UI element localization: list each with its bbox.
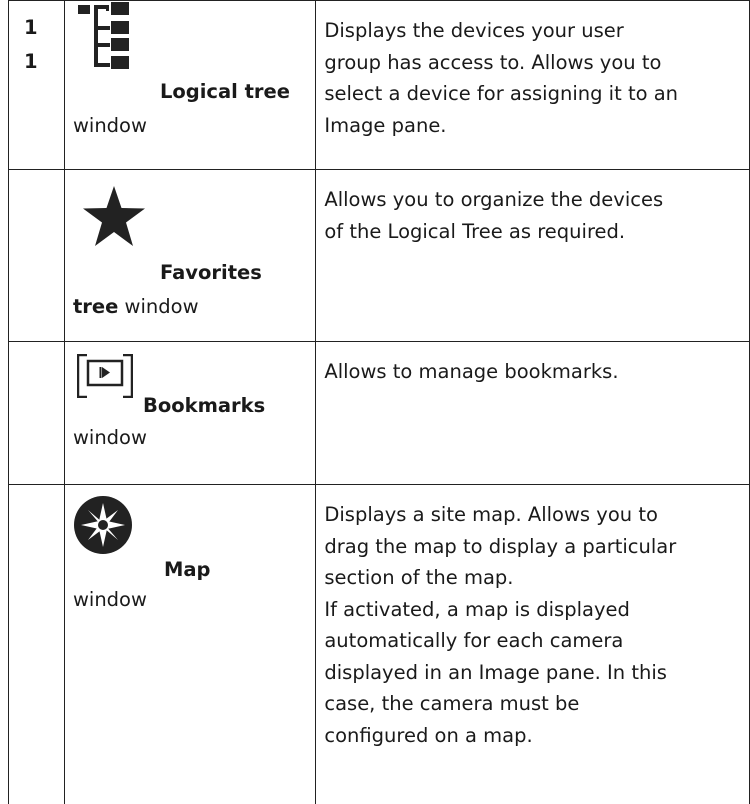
description-line: of the Logical Tree as required. <box>324 216 745 248</box>
table-row: Favorites tree window Allows you to orga… <box>9 170 750 342</box>
icon-cell: Map window <box>64 485 315 804</box>
row-number <box>9 485 65 804</box>
description-cell: Displays a site map. Allows you to drag … <box>316 485 750 804</box>
window-suffix: window <box>73 110 147 142</box>
window-suffix: window <box>73 584 147 616</box>
description-cell: Displays the devices your user group has… <box>316 1 750 170</box>
description-line: Allows you to organize the devices <box>324 184 745 216</box>
icon-cell: Logical tree window <box>64 1 315 170</box>
row-number <box>9 170 65 342</box>
window-name: Map <box>164 554 211 586</box>
description-line: Image pane. <box>324 110 745 142</box>
logical-tree-icon <box>78 2 148 72</box>
window-name: Logical tree <box>160 76 290 108</box>
description-cell: Allows to manage bookmarks. <box>316 342 750 485</box>
description-line: Displays the devices your user <box>324 15 745 47</box>
description-line: section of the map. <box>324 562 745 594</box>
window-name: Bookmarks <box>143 390 265 422</box>
description-line: group has access to. Allows you to <box>324 47 745 79</box>
bookmark-icon <box>77 354 133 398</box>
description-line: displayed in an Image pane. In this <box>324 657 745 689</box>
icon-cell: Bookmarks window <box>64 342 315 485</box>
description-line: drag the map to display a particular <box>324 531 745 563</box>
description-line: select a device for assigning it to an <box>324 78 745 110</box>
row-number <box>9 342 65 485</box>
function-table: 1 1 Logical tree windo <box>8 0 750 804</box>
star-icon <box>82 186 146 248</box>
description-line: If activated, a map is displayed <box>324 594 745 626</box>
window-suffix: window <box>73 422 147 454</box>
table-row: Map window Displays a site map. Allows y… <box>9 485 750 804</box>
row-number: 1 1 <box>9 1 65 170</box>
compass-map-icon <box>73 495 133 555</box>
window-suffix: tree window <box>73 291 199 323</box>
description-cell: Allows you to organize the devices of th… <box>316 170 750 342</box>
icon-cell: Favorites tree window <box>64 170 315 342</box>
table-row: 1 1 Logical tree windo <box>9 1 750 170</box>
description-line: configured on a map. <box>324 720 745 752</box>
table-row: Bookmarks window Allows to manage bookma… <box>9 342 750 485</box>
description-line: Displays a site map. Allows you to <box>324 499 745 531</box>
description-line: Allows to manage bookmarks. <box>324 356 745 388</box>
description-line: automatically for each camera <box>324 625 745 657</box>
description-line: case, the camera must be <box>324 688 745 720</box>
window-name: Favorites <box>160 257 262 289</box>
